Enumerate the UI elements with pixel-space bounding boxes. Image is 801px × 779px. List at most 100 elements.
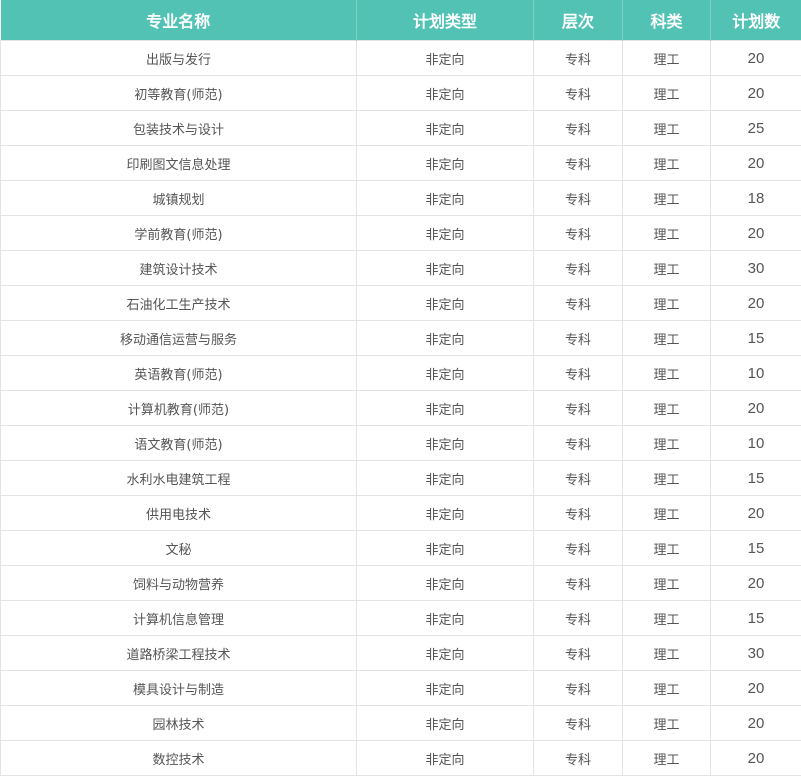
plan-type-cell: 非定向 bbox=[356, 110, 534, 146]
plan-type-cell: 非定向 bbox=[356, 390, 534, 426]
category-cell: 理工 bbox=[622, 285, 711, 321]
table-row: 城镇规划 非定向 专科 理工 18 bbox=[0, 180, 801, 216]
table-row: 建筑设计技术 非定向 专科 理工 30 bbox=[0, 250, 801, 286]
major-name-cell: 数控技术 bbox=[0, 740, 357, 776]
level-cell: 专科 bbox=[533, 670, 623, 706]
major-name-cell: 计算机教育(师范) bbox=[0, 390, 357, 426]
level-cell: 专科 bbox=[533, 355, 623, 391]
level-cell: 专科 bbox=[533, 390, 623, 426]
plan-type-cell: 非定向 bbox=[356, 285, 534, 321]
table-row: 道路桥梁工程技术 非定向 专科 理工 30 bbox=[0, 635, 801, 671]
plan-type-cell: 非定向 bbox=[356, 180, 534, 216]
plan-count-cell: 20 bbox=[710, 740, 801, 776]
category-cell: 理工 bbox=[622, 320, 711, 356]
enrollment-plan-table: 专业名称 计划类型 层次 科类 计划数 出版与发行 非定向 专科 理工 20 初等教育(师… bbox=[0, 0, 801, 776]
category-cell: 理工 bbox=[622, 530, 711, 566]
major-name-cell: 包装技术与设计 bbox=[0, 110, 357, 146]
major-name-cell: 文秘 bbox=[0, 530, 357, 566]
plan-type-cell: 非定向 bbox=[356, 600, 534, 636]
plan-type-cell: 非定向 bbox=[356, 425, 534, 461]
header-plan-count: 计划数 bbox=[710, 0, 801, 41]
plan-type-cell: 非定向 bbox=[356, 40, 534, 76]
table-row: 初等教育(师范) 非定向 专科 理工 20 bbox=[0, 75, 801, 111]
level-cell: 专科 bbox=[533, 250, 623, 286]
level-cell: 专科 bbox=[533, 635, 623, 671]
major-name-cell: 计算机信息管理 bbox=[0, 600, 357, 636]
plan-count-cell: 18 bbox=[710, 180, 801, 216]
table-row: 水利水电建筑工程 非定向 专科 理工 15 bbox=[0, 460, 801, 496]
major-name-cell: 移动通信运营与服务 bbox=[0, 320, 357, 356]
category-cell: 理工 bbox=[622, 215, 711, 251]
plan-count-cell: 20 bbox=[710, 565, 801, 601]
category-cell: 理工 bbox=[622, 565, 711, 601]
major-name-cell: 印刷图文信息处理 bbox=[0, 145, 357, 181]
level-cell: 专科 bbox=[533, 495, 623, 531]
category-cell: 理工 bbox=[622, 110, 711, 146]
category-cell: 理工 bbox=[622, 250, 711, 286]
major-name-cell: 供用电技术 bbox=[0, 495, 357, 531]
plan-count-cell: 10 bbox=[710, 355, 801, 391]
plan-count-cell: 20 bbox=[710, 670, 801, 706]
header-category: 科类 bbox=[622, 0, 711, 41]
table-row: 学前教育(师范) 非定向 专科 理工 20 bbox=[0, 215, 801, 251]
plan-type-cell: 非定向 bbox=[356, 705, 534, 741]
plan-type-cell: 非定向 bbox=[356, 250, 534, 286]
category-cell: 理工 bbox=[622, 705, 711, 741]
plan-count-cell: 15 bbox=[710, 600, 801, 636]
major-name-cell: 语文教育(师范) bbox=[0, 425, 357, 461]
level-cell: 专科 bbox=[533, 110, 623, 146]
category-cell: 理工 bbox=[622, 635, 711, 671]
level-cell: 专科 bbox=[533, 320, 623, 356]
category-cell: 理工 bbox=[622, 600, 711, 636]
category-cell: 理工 bbox=[622, 180, 711, 216]
category-cell: 理工 bbox=[622, 670, 711, 706]
plan-count-cell: 30 bbox=[710, 635, 801, 671]
table-row: 包装技术与设计 非定向 专科 理工 25 bbox=[0, 110, 801, 146]
header-major-name: 专业名称 bbox=[0, 0, 357, 41]
table-row: 英语教育(师范) 非定向 专科 理工 10 bbox=[0, 355, 801, 391]
plan-count-cell: 20 bbox=[710, 145, 801, 181]
major-name-cell: 城镇规划 bbox=[0, 180, 357, 216]
table-row: 印刷图文信息处理 非定向 专科 理工 20 bbox=[0, 145, 801, 181]
major-name-cell: 建筑设计技术 bbox=[0, 250, 357, 286]
table-row: 石油化工生产技术 非定向 专科 理工 20 bbox=[0, 285, 801, 321]
plan-type-cell: 非定向 bbox=[356, 75, 534, 111]
plan-type-cell: 非定向 bbox=[356, 565, 534, 601]
header-level: 层次 bbox=[533, 0, 623, 41]
category-cell: 理工 bbox=[622, 740, 711, 776]
major-name-cell: 英语教育(师范) bbox=[0, 355, 357, 391]
plan-type-cell: 非定向 bbox=[356, 355, 534, 391]
table-row: 计算机信息管理 非定向 专科 理工 15 bbox=[0, 600, 801, 636]
category-cell: 理工 bbox=[622, 390, 711, 426]
level-cell: 专科 bbox=[533, 40, 623, 76]
major-name-cell: 饲料与动物营养 bbox=[0, 565, 357, 601]
plan-type-cell: 非定向 bbox=[356, 495, 534, 531]
plan-count-cell: 20 bbox=[710, 495, 801, 531]
plan-count-cell: 20 bbox=[710, 215, 801, 251]
major-name-cell: 出版与发行 bbox=[0, 40, 357, 76]
level-cell: 专科 bbox=[533, 460, 623, 496]
major-name-cell: 石油化工生产技术 bbox=[0, 285, 357, 321]
plan-count-cell: 20 bbox=[710, 285, 801, 321]
table-row: 语文教育(师范) 非定向 专科 理工 10 bbox=[0, 425, 801, 461]
major-name-cell: 园林技术 bbox=[0, 705, 357, 741]
plan-type-cell: 非定向 bbox=[356, 460, 534, 496]
header-row: 专业名称 计划类型 层次 科类 计划数 bbox=[0, 0, 801, 41]
category-cell: 理工 bbox=[622, 355, 711, 391]
plan-type-cell: 非定向 bbox=[356, 145, 534, 181]
level-cell: 专科 bbox=[533, 600, 623, 636]
level-cell: 专科 bbox=[533, 740, 623, 776]
plan-type-cell: 非定向 bbox=[356, 530, 534, 566]
table-header: 专业名称 计划类型 层次 科类 计划数 bbox=[0, 0, 801, 41]
header-plan-type: 计划类型 bbox=[356, 0, 534, 41]
table-row: 供用电技术 非定向 专科 理工 20 bbox=[0, 495, 801, 531]
level-cell: 专科 bbox=[533, 530, 623, 566]
plan-type-cell: 非定向 bbox=[356, 215, 534, 251]
level-cell: 专科 bbox=[533, 145, 623, 181]
plan-type-cell: 非定向 bbox=[356, 635, 534, 671]
table-row: 饲料与动物营养 非定向 专科 理工 20 bbox=[0, 565, 801, 601]
table-row: 园林技术 非定向 专科 理工 20 bbox=[0, 705, 801, 741]
plan-count-cell: 20 bbox=[710, 75, 801, 111]
major-name-cell: 学前教育(师范) bbox=[0, 215, 357, 251]
plan-type-cell: 非定向 bbox=[356, 670, 534, 706]
